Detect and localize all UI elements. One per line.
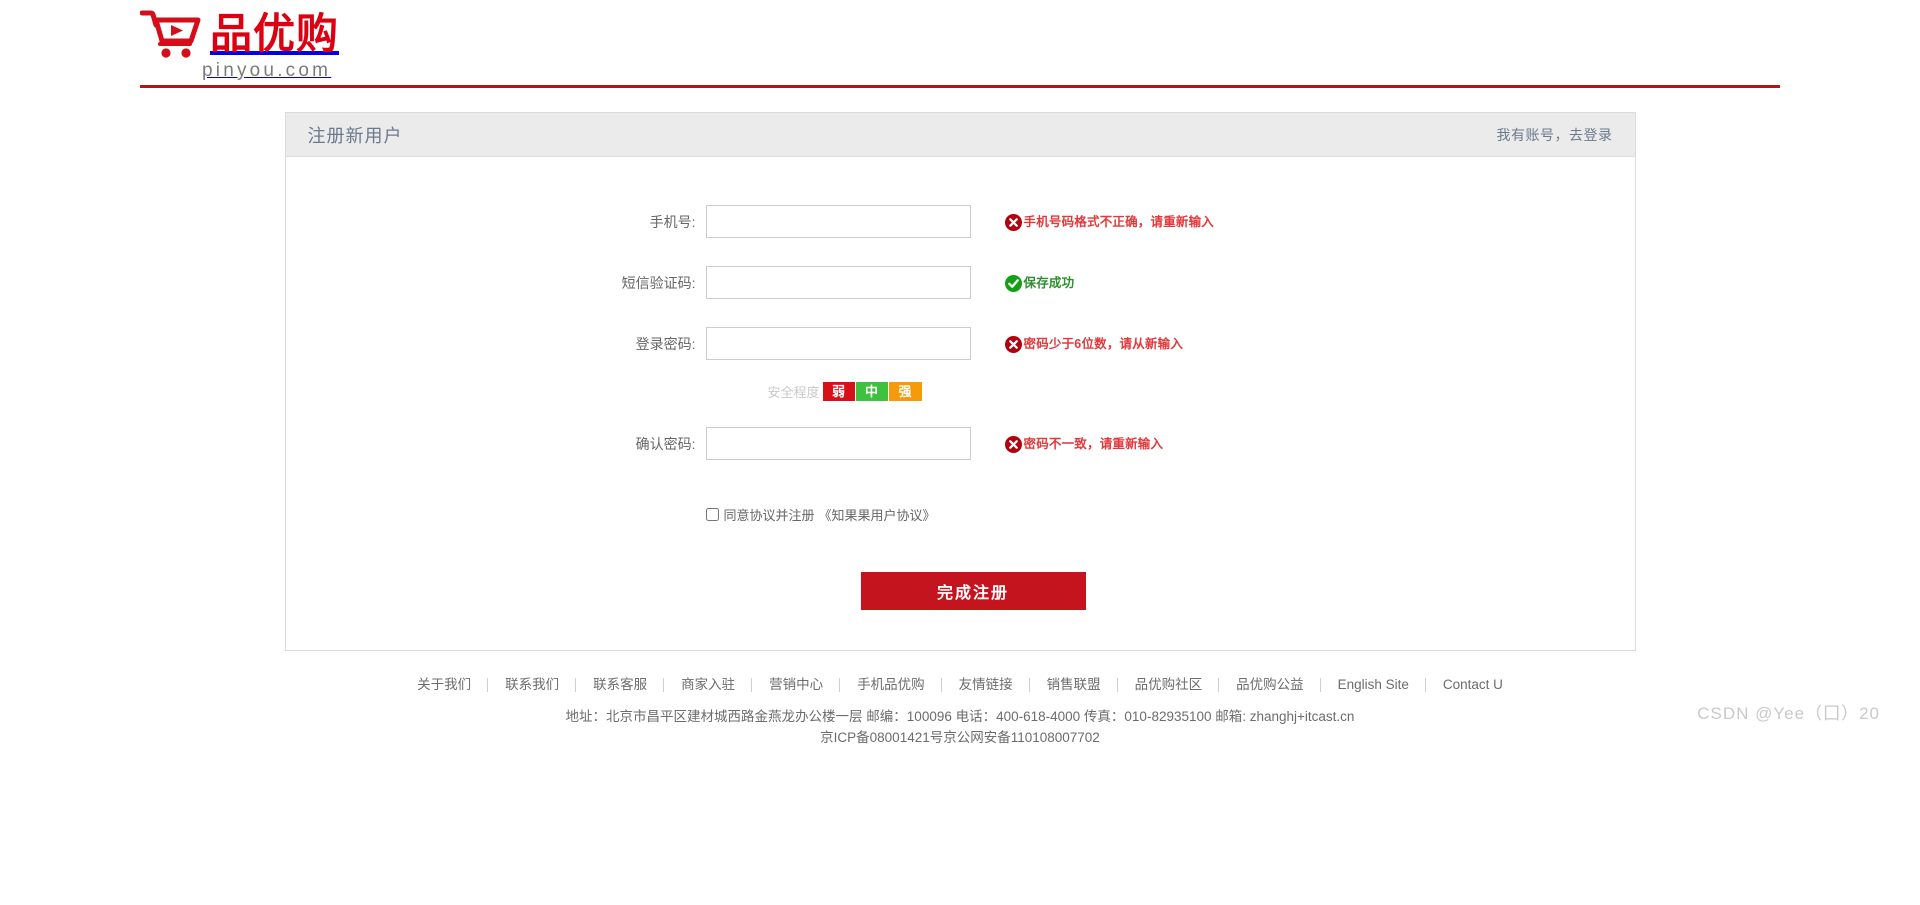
form-row-password: 登录密码: 密码少于6位数，请从新输入 xyxy=(286,327,1635,361)
confirm-password-label: 确认密码: xyxy=(635,436,696,452)
password-field xyxy=(705,327,971,360)
logo-domain: pinyou.com xyxy=(202,60,332,81)
go-to-login-link[interactable]: 我有账号，去登录 xyxy=(1497,125,1613,145)
password-input[interactable] xyxy=(705,327,971,360)
phone-tip-text: 手机号码格式不正确，请重新输入 xyxy=(1023,215,1215,229)
footer-links: 关于我们 联系我们 联系客服 商家入驻 营销中心 手机品优购 友情链接 销售联盟… xyxy=(0,677,1920,693)
submit-row: 完成注册 xyxy=(286,572,1635,610)
site-footer: 关于我们 联系我们 联系客服 商家入驻 营销中心 手机品优购 友情链接 销售联盟… xyxy=(0,677,1920,748)
register-page: 品优购 pinyou.com 注册新用户 我有账号，去登录 手机号: 手机号码格… xyxy=(0,0,1920,748)
footer-link-about[interactable]: 关于我们 xyxy=(400,677,489,693)
footer-link-customer-service[interactable]: 联系客服 xyxy=(576,677,665,693)
error-circle-icon xyxy=(1004,213,1022,231)
footer-link-charity[interactable]: 品优购公益 xyxy=(1219,677,1321,693)
footer-link-mobile-app[interactable]: 手机品优购 xyxy=(840,677,942,693)
form-row-phone: 手机号: 手机号码格式不正确，请重新输入 xyxy=(286,205,1635,239)
form-row-confirm-password: 确认密码: 密码不一致，请重新输入 xyxy=(286,427,1635,461)
shopping-cart-icon xyxy=(139,8,202,60)
footer-link-contact-u[interactable]: Contact U xyxy=(1426,677,1520,693)
complete-registration-button[interactable]: 完成注册 xyxy=(860,572,1086,610)
submit-spacer xyxy=(286,572,706,610)
form-row-sms-code: 短信验证码: 保存成功 xyxy=(286,266,1635,300)
footer-link-contact-us[interactable]: 联系我们 xyxy=(488,677,577,693)
site-logo[interactable]: 品优购 pinyou.com xyxy=(139,8,340,81)
error-circle-icon xyxy=(1004,335,1022,353)
agreement-inner: 同意协议并注册 《知果果用户协议》 xyxy=(705,505,936,524)
register-form: 手机号: 手机号码格式不正确，请重新输入 短信验证码: 保存成功 登录密码: 密… xyxy=(286,157,1635,650)
footer-link-merchant-join[interactable]: 商家入驻 xyxy=(664,677,753,693)
confirm-password-field xyxy=(705,427,971,460)
strength-wrap: 安全程度 弱 中 强 xyxy=(706,382,922,401)
sms-code-input[interactable] xyxy=(705,266,971,299)
agreement-text: 同意协议并注册 xyxy=(723,508,815,523)
confirm-password-tip-text: 密码不一致，请重新输入 xyxy=(1023,437,1164,451)
password-label: 登录密码: xyxy=(635,336,696,352)
register-header: 注册新用户 我有账号，去登录 xyxy=(285,113,1635,157)
strength-level-weak: 弱 xyxy=(822,382,856,401)
phone-tip: 手机号码格式不正确，请重新输入 xyxy=(1004,205,1215,239)
agreement-row: 同意协议并注册 《知果果用户协议》 xyxy=(286,505,1635,524)
confirm-password-input[interactable] xyxy=(705,427,971,460)
logo-wordmark: 品优购 xyxy=(210,9,340,58)
user-agreement-link[interactable]: 《知果果用户协议》 xyxy=(819,505,936,524)
page-title: 注册新用户 xyxy=(307,125,403,146)
footer-link-community[interactable]: 品优购社区 xyxy=(1118,677,1220,693)
sms-code-tip: 保存成功 xyxy=(1004,266,1075,300)
password-strength-meter: 安全程度 弱 中 强 xyxy=(286,382,1635,401)
strength-label: 安全程度 xyxy=(767,385,820,400)
phone-field xyxy=(705,205,971,238)
footer-address: 地址：北京市昌平区建材城西路金燕龙办公楼一层 邮编：100096 电话：400-… xyxy=(565,709,1355,724)
footer-link-marketing-center[interactable]: 营销中心 xyxy=(752,677,841,693)
phone-input[interactable] xyxy=(705,205,971,238)
strength-level-strong: 强 xyxy=(888,382,922,401)
footer-icp: 京ICP备08001421号京公网安备110108007702 xyxy=(820,730,1100,745)
submit-inner: 完成注册 xyxy=(706,572,1086,610)
phone-label: 手机号: xyxy=(649,214,696,230)
logo-row: 品优购 xyxy=(139,8,340,60)
success-circle-icon xyxy=(1004,274,1022,292)
password-tip: 密码少于6位数，请从新输入 xyxy=(1004,327,1184,361)
confirm-password-tip: 密码不一致，请重新输入 xyxy=(1004,427,1164,461)
error-circle-icon xyxy=(1004,435,1022,453)
watermark: CSDN @Yee（囗）20 xyxy=(1697,704,1880,723)
sms-code-field xyxy=(705,266,971,299)
password-tip-text: 密码少于6位数，请从新输入 xyxy=(1023,337,1184,351)
site-header: 品优购 pinyou.com xyxy=(139,0,1780,88)
sms-code-label: 短信验证码: xyxy=(621,275,696,291)
footer-link-english-site[interactable]: English Site xyxy=(1321,677,1427,693)
footer-link-sales-alliance[interactable]: 销售联盟 xyxy=(1030,677,1118,693)
strength-level-medium: 中 xyxy=(855,382,889,401)
agreement-checkbox[interactable] xyxy=(705,508,719,521)
register-box: 注册新用户 我有账号，去登录 手机号: 手机号码格式不正确，请重新输入 短信验证… xyxy=(284,112,1636,651)
sms-code-tip-text: 保存成功 xyxy=(1023,276,1075,290)
footer-link-friendly-links[interactable]: 友情链接 xyxy=(942,677,1030,693)
